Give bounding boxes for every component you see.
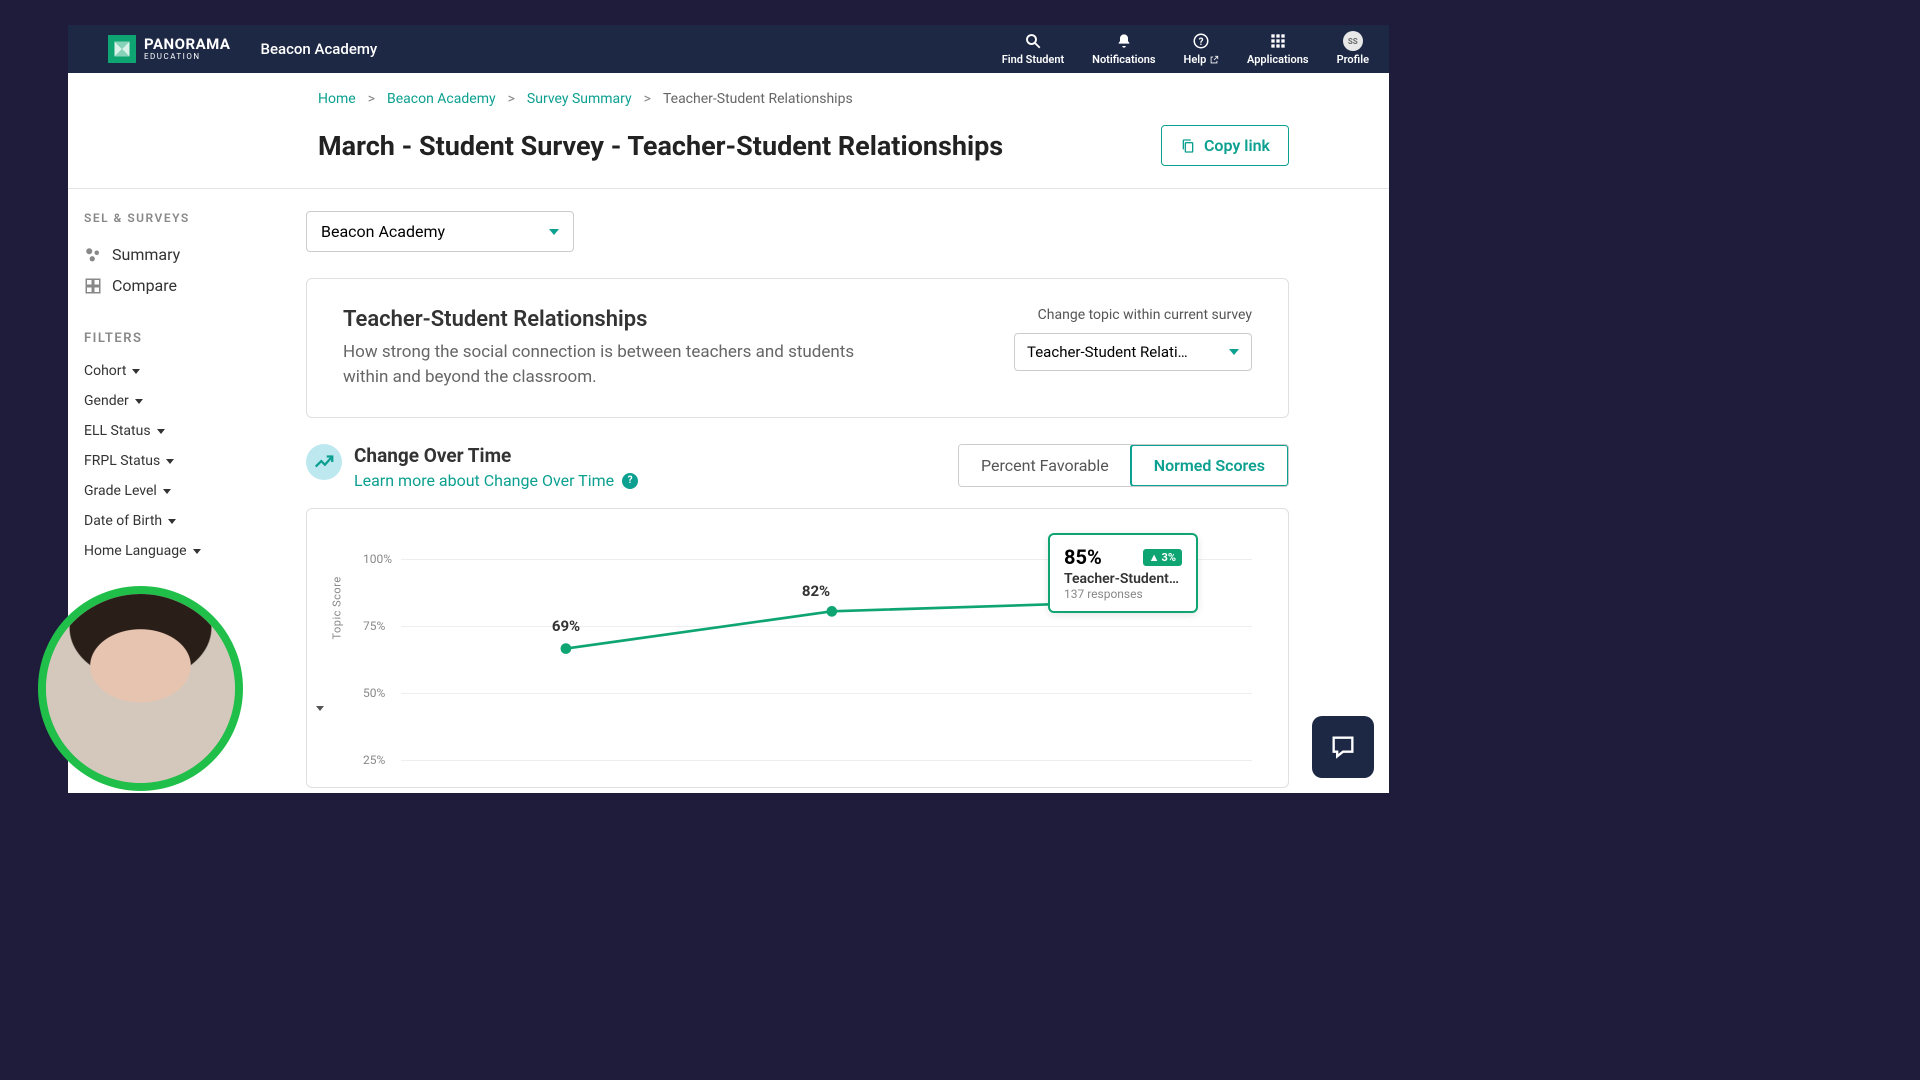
chevron-down-icon xyxy=(132,369,140,374)
school-select[interactable]: Beacon Academy xyxy=(306,211,574,252)
chevron-down-icon xyxy=(1229,349,1239,355)
tooltip-delta: ▲3% xyxy=(1143,549,1182,566)
sidebar-item-compare[interactable]: Compare xyxy=(84,270,282,301)
topic-title: Teacher-Student Relationships xyxy=(343,307,903,332)
view-toggle: Percent Favorable Normed Scores xyxy=(958,444,1289,487)
apps-grid-icon xyxy=(1270,32,1286,50)
summary-icon xyxy=(84,246,102,264)
help-tooltip-icon[interactable]: ? xyxy=(622,473,638,489)
main-content: Beacon Academy Teacher-Student Relations… xyxy=(298,189,1389,793)
sidebar-item-summary[interactable]: Summary xyxy=(84,239,282,270)
chevron-down-icon xyxy=(166,459,174,464)
avatar: SS xyxy=(1343,31,1363,51)
chart-tooltip: 85% ▲3% Teacher-Student… 137 responses xyxy=(1048,533,1198,613)
brand-logo[interactable]: PANORAMA EDUCATION xyxy=(108,35,231,63)
filter-cohort[interactable]: Cohort xyxy=(84,356,282,386)
filters-label: FILTERS xyxy=(84,331,282,346)
help-button[interactable]: ? Help xyxy=(1184,32,1220,66)
page-title: March - Student Survey - Teacher-Student… xyxy=(318,130,1003,162)
profile-button[interactable]: SS Profile xyxy=(1337,32,1369,66)
filter-date-of-birth[interactable]: Date of Birth xyxy=(84,506,282,536)
tooltip-responses: 137 responses xyxy=(1064,587,1182,601)
breadcrumb-current: Teacher-Student Relationships xyxy=(663,91,853,107)
learn-more-link[interactable]: Learn more about Change Over Time ? xyxy=(354,471,638,490)
topbar: PANORAMA EDUCATION Beacon Academy Find S… xyxy=(68,25,1389,73)
topic-description: How strong the social connection is betw… xyxy=(343,340,903,389)
breadcrumb-summary[interactable]: Survey Summary xyxy=(527,91,632,107)
sidebar-section-label: SEL & SURVEYS xyxy=(84,211,282,225)
chevron-down-icon xyxy=(549,229,559,235)
chevron-down-icon xyxy=(168,519,176,524)
chat-button[interactable] xyxy=(1312,716,1374,778)
topic-card: Teacher-Student Relationships How strong… xyxy=(306,278,1289,418)
notifications-button[interactable]: Notifications xyxy=(1092,32,1155,66)
chevron-down-icon xyxy=(163,489,171,494)
chevron-down-icon xyxy=(157,429,165,434)
brand-sub: EDUCATION xyxy=(144,52,231,61)
compare-icon xyxy=(84,277,102,295)
filter-frpl-status[interactable]: FRPL Status xyxy=(84,446,282,476)
change-topic-label: Change topic within current survey xyxy=(1014,307,1252,323)
breadcrumb: Home > Beacon Academy > Survey Summary >… xyxy=(68,91,1389,107)
copy-icon xyxy=(1180,137,1196,155)
breadcrumb-home[interactable]: Home xyxy=(318,91,356,107)
toggle-percent-favorable[interactable]: Percent Favorable xyxy=(959,445,1131,486)
chevron-down-icon xyxy=(135,399,143,404)
y-axis-label: Topic Score xyxy=(331,577,344,640)
svg-text:?: ? xyxy=(1199,37,1204,48)
page-header: Home > Beacon Academy > Survey Summary >… xyxy=(68,73,1389,189)
filter-gender[interactable]: Gender xyxy=(84,386,282,416)
bell-icon xyxy=(1116,32,1132,50)
copy-link-button[interactable]: Copy link xyxy=(1161,125,1289,166)
filter-ell-status[interactable]: ELL Status xyxy=(84,416,282,446)
chat-icon xyxy=(1329,733,1357,761)
search-icon xyxy=(1024,32,1042,50)
logo-icon xyxy=(108,35,136,63)
chevron-down-icon xyxy=(193,549,201,554)
trend-icon xyxy=(306,444,342,480)
presenter-webcam xyxy=(38,586,243,791)
tooltip-topic: Teacher-Student… xyxy=(1064,571,1182,587)
find-student-button[interactable]: Find Student xyxy=(1002,32,1064,66)
filter-grade-level[interactable]: Grade Level xyxy=(84,476,282,506)
breadcrumb-school[interactable]: Beacon Academy xyxy=(387,91,496,107)
toggle-normed-scores[interactable]: Normed Scores xyxy=(1130,444,1289,487)
topic-select[interactable]: Teacher-Student Relati… xyxy=(1014,333,1252,371)
filter-home-language[interactable]: Home Language xyxy=(84,536,282,566)
change-over-time-chart: Topic Score 100% 75% 50% 25% 69% 82% xyxy=(306,508,1289,788)
change-over-time-title: Change Over Time xyxy=(354,444,638,467)
data-point-label: 69% xyxy=(552,617,580,635)
help-icon: ? xyxy=(1192,32,1210,50)
brand-name: PANORAMA xyxy=(144,37,231,52)
applications-button[interactable]: Applications xyxy=(1247,32,1309,66)
header-school-name[interactable]: Beacon Academy xyxy=(261,40,378,58)
tooltip-percent: 85% xyxy=(1064,545,1102,569)
data-point-label: 82% xyxy=(802,582,830,600)
